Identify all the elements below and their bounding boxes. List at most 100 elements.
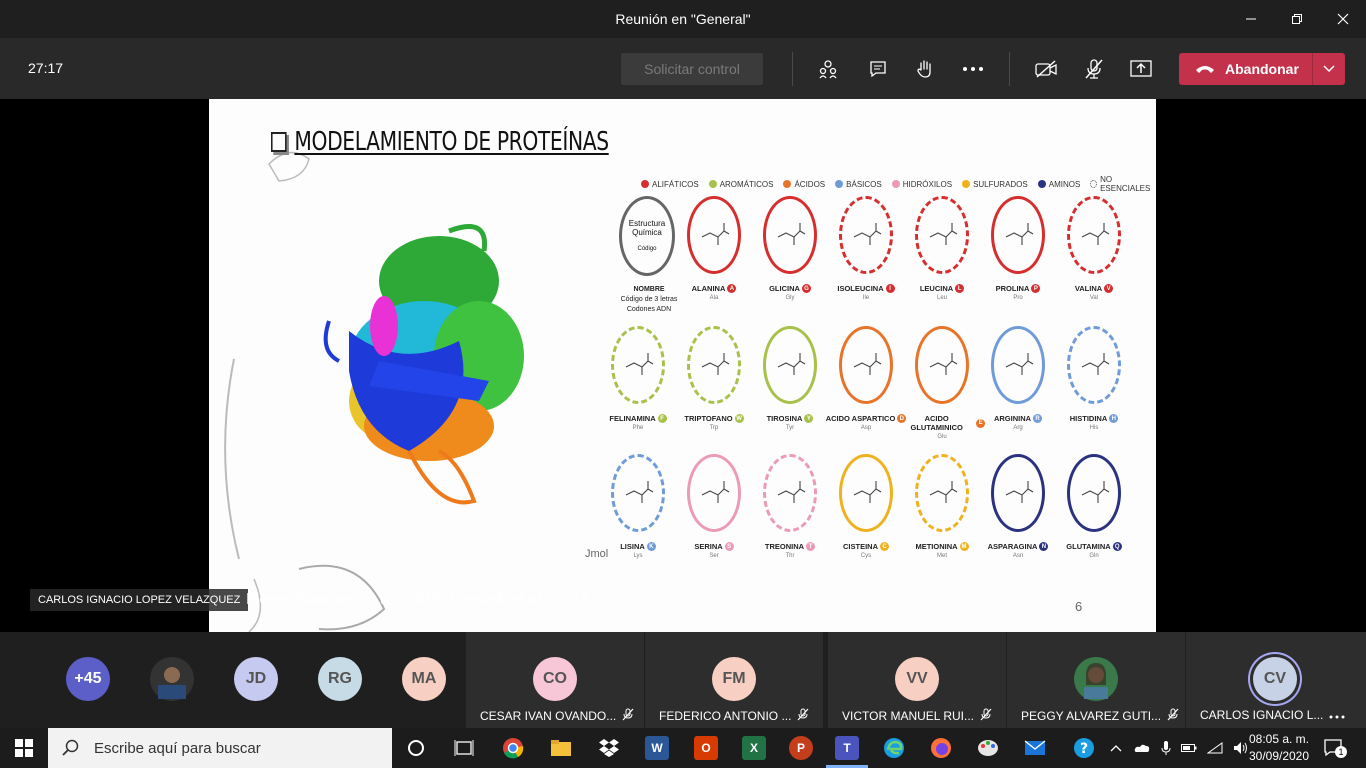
amino-acid-name: ASPARAGINA N — [975, 542, 1061, 551]
close-button[interactable] — [1320, 0, 1366, 38]
battery-icon[interactable] — [1181, 743, 1197, 753]
dropbox-icon — [599, 739, 619, 757]
amino-letter-badge: L — [955, 284, 965, 293]
molecule-structure-icon — [777, 223, 806, 245]
office-taskbar-icon[interactable]: O — [694, 736, 718, 760]
overflow-participants-button[interactable]: +45 — [66, 657, 110, 701]
camera-toggle-button[interactable] — [1032, 55, 1060, 83]
legend-item: NO ESENCIALES — [1090, 175, 1151, 193]
participant-tile[interactable]: CO CESAR IVAN OVANDO... — [466, 632, 644, 728]
participant-avatar[interactable]: JD — [234, 657, 278, 701]
mail-taskbar-icon[interactable] — [1023, 736, 1047, 760]
edge-taskbar-icon[interactable] — [882, 736, 906, 760]
leave-options-button[interactable] — [1313, 53, 1345, 85]
svg-text:?: ? — [1080, 741, 1088, 757]
firefox-taskbar-icon[interactable] — [929, 736, 953, 760]
amino-acid-name: TREONINA T — [747, 542, 833, 551]
participant-avatar[interactable] — [150, 657, 194, 701]
more-options-icon[interactable] — [1329, 708, 1345, 722]
cortana-button[interactable] — [404, 736, 428, 760]
maximize-button[interactable] — [1274, 0, 1320, 38]
amino-acid-name: ACIDO ASPARTICO D — [823, 414, 909, 423]
molecule-structure-icon — [929, 353, 958, 375]
paint-taskbar-icon[interactable] — [976, 736, 1000, 760]
structure-circle — [1067, 454, 1121, 532]
taskbar-clock[interactable]: 08:05 a. m. 30/09/2020 — [1241, 731, 1317, 765]
amino-letter-badge: T — [806, 542, 816, 551]
structure-circle — [687, 326, 741, 404]
legend-item: SULFURADOS — [962, 175, 1028, 193]
participant-tile[interactable]: CV CARLOS IGNACIO L... — [1186, 632, 1366, 728]
legend-dot-icon — [708, 180, 717, 188]
participant-photo — [158, 667, 186, 699]
molecule-structure-icon — [777, 481, 806, 503]
minimize-icon — [1246, 18, 1256, 20]
participant-name: CESAR IVAN OVANDO... — [480, 708, 634, 724]
request-control-button[interactable]: Solicitar control — [621, 53, 763, 85]
powerpoint-taskbar-icon[interactable]: P — [789, 736, 813, 760]
chevron-up-icon[interactable] — [1110, 744, 1122, 752]
molecule-structure-icon — [625, 481, 654, 503]
amino-letter-badge: K — [646, 542, 656, 551]
leave-button[interactable]: Abandonar — [1179, 53, 1312, 85]
dropbox-taskbar-icon[interactable] — [597, 736, 621, 760]
amino-acid-card: SERINA S Ser — [671, 454, 757, 559]
amino-acid-abbr: Arg — [1013, 425, 1023, 431]
molecule-structure-icon — [701, 353, 730, 375]
mic-muted-icon — [622, 708, 634, 724]
more-options-button[interactable] — [959, 55, 987, 83]
participants-button[interactable] — [814, 55, 842, 83]
folder-icon — [551, 740, 571, 756]
task-view-button[interactable] — [452, 736, 476, 760]
system-tray — [1104, 728, 1254, 768]
participant-avatar: CO — [533, 657, 577, 701]
notification-center-button[interactable]: 1 — [1322, 736, 1347, 760]
slide-citation: Flores-Sánchez et al., 2018; Lensink et … — [246, 591, 590, 608]
legend-item: ÁCIDOS — [783, 175, 825, 193]
windows-logo-icon — [15, 739, 33, 757]
word-taskbar-icon[interactable]: W — [645, 736, 669, 760]
participant-avatar[interactable]: RG — [318, 657, 362, 701]
amino-letter-badge: V — [1104, 284, 1114, 293]
start-button[interactable] — [0, 728, 48, 768]
slide-title: MODELAMIENTO DE PROTEÍNAS — [271, 127, 609, 157]
amino-letter-badge: G — [801, 284, 811, 293]
amino-acid-abbr: Asp — [860, 425, 872, 431]
microphone-icon[interactable] — [1161, 740, 1171, 756]
excel-taskbar-icon[interactable]: X — [742, 736, 766, 760]
file-explorer-taskbar-icon[interactable] — [549, 736, 573, 760]
mic-toggle-button[interactable] — [1080, 55, 1108, 83]
teams-taskbar-icon[interactable]: T — [835, 736, 859, 760]
participant-tile[interactable]: FM FEDERICO ANTONIO ... — [645, 632, 823, 728]
structure-circle — [611, 326, 665, 404]
share-screen-button[interactable] — [1127, 55, 1155, 83]
amino-letter-badge: R — [1033, 414, 1043, 423]
amino-acid-card: METIONINA M Met — [899, 454, 985, 559]
toolbar-divider — [792, 52, 793, 86]
legend-dot-icon — [962, 180, 971, 188]
participant-tile[interactable]: VV VICTOR MANUEL RUI... — [828, 632, 1006, 728]
participant-name: VICTOR MANUEL RUI... — [842, 708, 992, 724]
taskbar-search-box[interactable]: Escribe aquí para buscar — [48, 728, 392, 768]
amino-acid-abbr: Lys — [633, 553, 643, 559]
onedrive-icon[interactable] — [1134, 743, 1150, 753]
participant-avatar[interactable]: MA — [402, 657, 446, 701]
chat-button[interactable] — [864, 55, 892, 83]
raise-hand-button[interactable] — [911, 55, 939, 83]
legend-dot-icon — [891, 180, 900, 188]
minimize-button[interactable] — [1228, 0, 1274, 38]
structure-circle — [915, 326, 969, 404]
search-icon — [62, 739, 79, 756]
amino-acid-name: ALANINA A — [671, 284, 757, 293]
chrome-taskbar-icon[interactable] — [501, 736, 525, 760]
participant-tile[interactable]: PEGGY ALVAREZ GUTI... — [1007, 632, 1185, 728]
slide-page-number: 6 — [1075, 599, 1083, 614]
chevron-down-icon — [1323, 65, 1335, 73]
amino-acid-name: FELINAMINA F — [595, 414, 681, 423]
help-taskbar-icon[interactable]: ? — [1072, 736, 1096, 760]
firefox-icon — [931, 738, 951, 758]
amino-acid-name: GLUTAMINA Q — [1051, 542, 1137, 551]
wifi-icon[interactable] — [1207, 742, 1223, 754]
participant-avatar — [1074, 657, 1118, 701]
amino-acid-abbr: Cys — [860, 553, 872, 559]
